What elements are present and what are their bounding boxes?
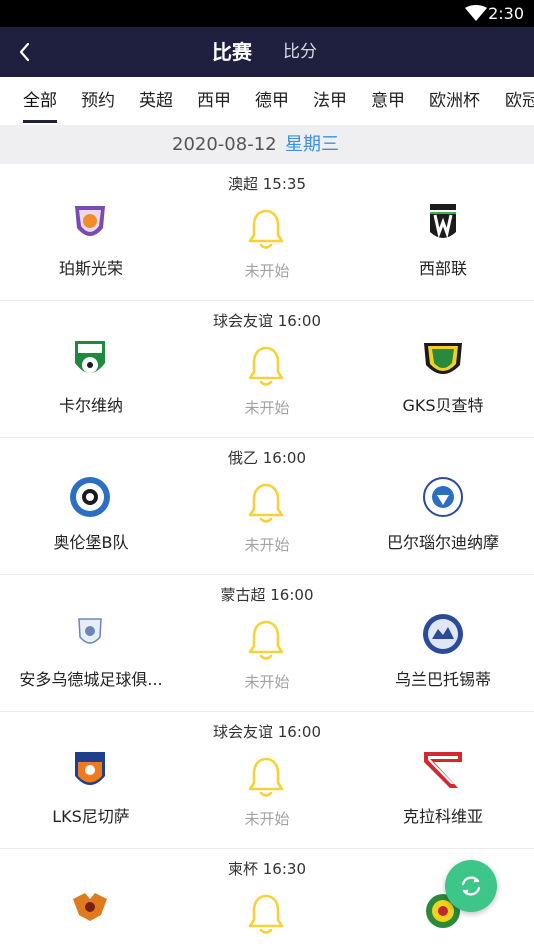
wifi-icon [465, 5, 487, 21]
bell-icon[interactable] [247, 208, 285, 250]
league-time: 蒙古超 16:00 [220, 586, 314, 604]
tab-champions-league[interactable]: 欧冠 [505, 89, 534, 113]
refresh-icon [461, 876, 481, 896]
tab-bundesliga[interactable]: 德甲 [255, 89, 289, 113]
cracovia-logo-icon [424, 752, 462, 788]
western-united-logo-icon [430, 204, 456, 239]
away-team-name: GKS贝查特 [402, 396, 484, 415]
tab-la-liga[interactable]: 西甲 [197, 89, 231, 113]
header-bar: 比赛 比分 [0, 27, 534, 77]
home-team-name: LKS尼切萨 [52, 807, 130, 826]
away-team-name: 乌兰巴托锡蒂 [394, 670, 491, 689]
league-time: 俄乙 16:00 [228, 449, 306, 467]
away-team-name: 西部联 [418, 259, 467, 278]
league-time: 球会友谊 16:00 [213, 312, 321, 330]
andudu-city-logo-icon [78, 618, 102, 644]
match-card[interactable]: 蒙古超 16:00 安多乌德城足球俱... 未开始 乌兰巴托锡蒂 [0, 575, 534, 712]
home-team-name: 珀斯光荣 [58, 259, 123, 278]
league-time: 球会友谊 16:00 [213, 723, 321, 741]
gks-belchatow-logo-icon [424, 343, 462, 374]
match-card[interactable]: 球会友谊 16:00 卡尔维纳 未开始 GKS贝查特 [0, 301, 534, 438]
lks-nieciecza-logo-icon [75, 752, 105, 785]
league-tabs: 全部 预约 英超 西甲 德甲 法甲 意甲 欧洲杯 欧冠 [0, 77, 534, 125]
back-chevron-icon[interactable] [12, 38, 40, 66]
status-bar: 2:30 [0, 0, 534, 27]
tab-all[interactable]: 全部 [23, 89, 57, 113]
match-card[interactable]: 澳超 15:35 珀斯光荣 未开始 西部联 [0, 164, 534, 301]
bell-icon[interactable] [247, 482, 285, 524]
refresh-button[interactable] [445, 860, 497, 912]
date-header: 2020-08-12 星期三 [0, 125, 534, 164]
orenburg-logo-icon [70, 477, 110, 517]
match-status: 未开始 [244, 810, 290, 828]
tab-matches[interactable]: 比赛 [212, 38, 252, 66]
away-team-name: 巴尔瑙尔迪纳摩 [386, 533, 499, 552]
tab-reserved[interactable]: 预约 [81, 89, 115, 113]
home-team-name: 安多乌德城足球俱... [19, 670, 163, 689]
match-status: 未开始 [244, 399, 290, 417]
match-list: 澳超 15:35 珀斯光荣 未开始 西部联 球会友谊 16:00 卡尔维纳 未开… [0, 164, 534, 949]
away-team-name: 克拉科维亚 [402, 807, 483, 826]
home-club-logo-icon [73, 893, 107, 921]
tab-scores[interactable]: 比分 [283, 40, 317, 64]
league-time: 澳超 15:35 [228, 175, 306, 193]
tab-premier-league[interactable]: 英超 [139, 89, 173, 113]
bell-icon[interactable] [247, 619, 285, 661]
match-status: 未开始 [244, 262, 290, 280]
karvina-logo-icon [75, 341, 105, 373]
weekday-label: 星期三 [285, 134, 339, 155]
bell-icon[interactable] [247, 345, 285, 387]
ulaanbaatar-city-logo-icon [423, 614, 463, 654]
tab-serie-a[interactable]: 意甲 [371, 89, 405, 113]
home-team-name: 卡尔维纳 [58, 396, 123, 415]
match-status: 未开始 [244, 673, 290, 691]
bell-icon[interactable] [247, 756, 285, 798]
bell-icon[interactable] [247, 893, 285, 935]
match-status: 未开始 [244, 536, 290, 554]
active-tab-indicator [23, 120, 57, 123]
home-team-name: 奥伦堡B队 [53, 533, 129, 552]
dynamo-barnaul-logo-icon [423, 477, 463, 517]
date-label: 2020-08-12 [172, 134, 277, 155]
tab-euro[interactable]: 欧洲杯 [429, 89, 480, 113]
perth-glory-logo-icon [75, 206, 105, 236]
match-card[interactable]: 俄乙 16:00 奥伦堡B队 未开始 巴尔瑙尔迪纳摩 [0, 438, 534, 575]
match-card[interactable]: 球会友谊 16:00 LKS尼切萨 未开始 克拉科维亚 [0, 712, 534, 849]
tab-ligue-1[interactable]: 法甲 [313, 89, 347, 113]
clock: 2:30 [488, 4, 524, 23]
